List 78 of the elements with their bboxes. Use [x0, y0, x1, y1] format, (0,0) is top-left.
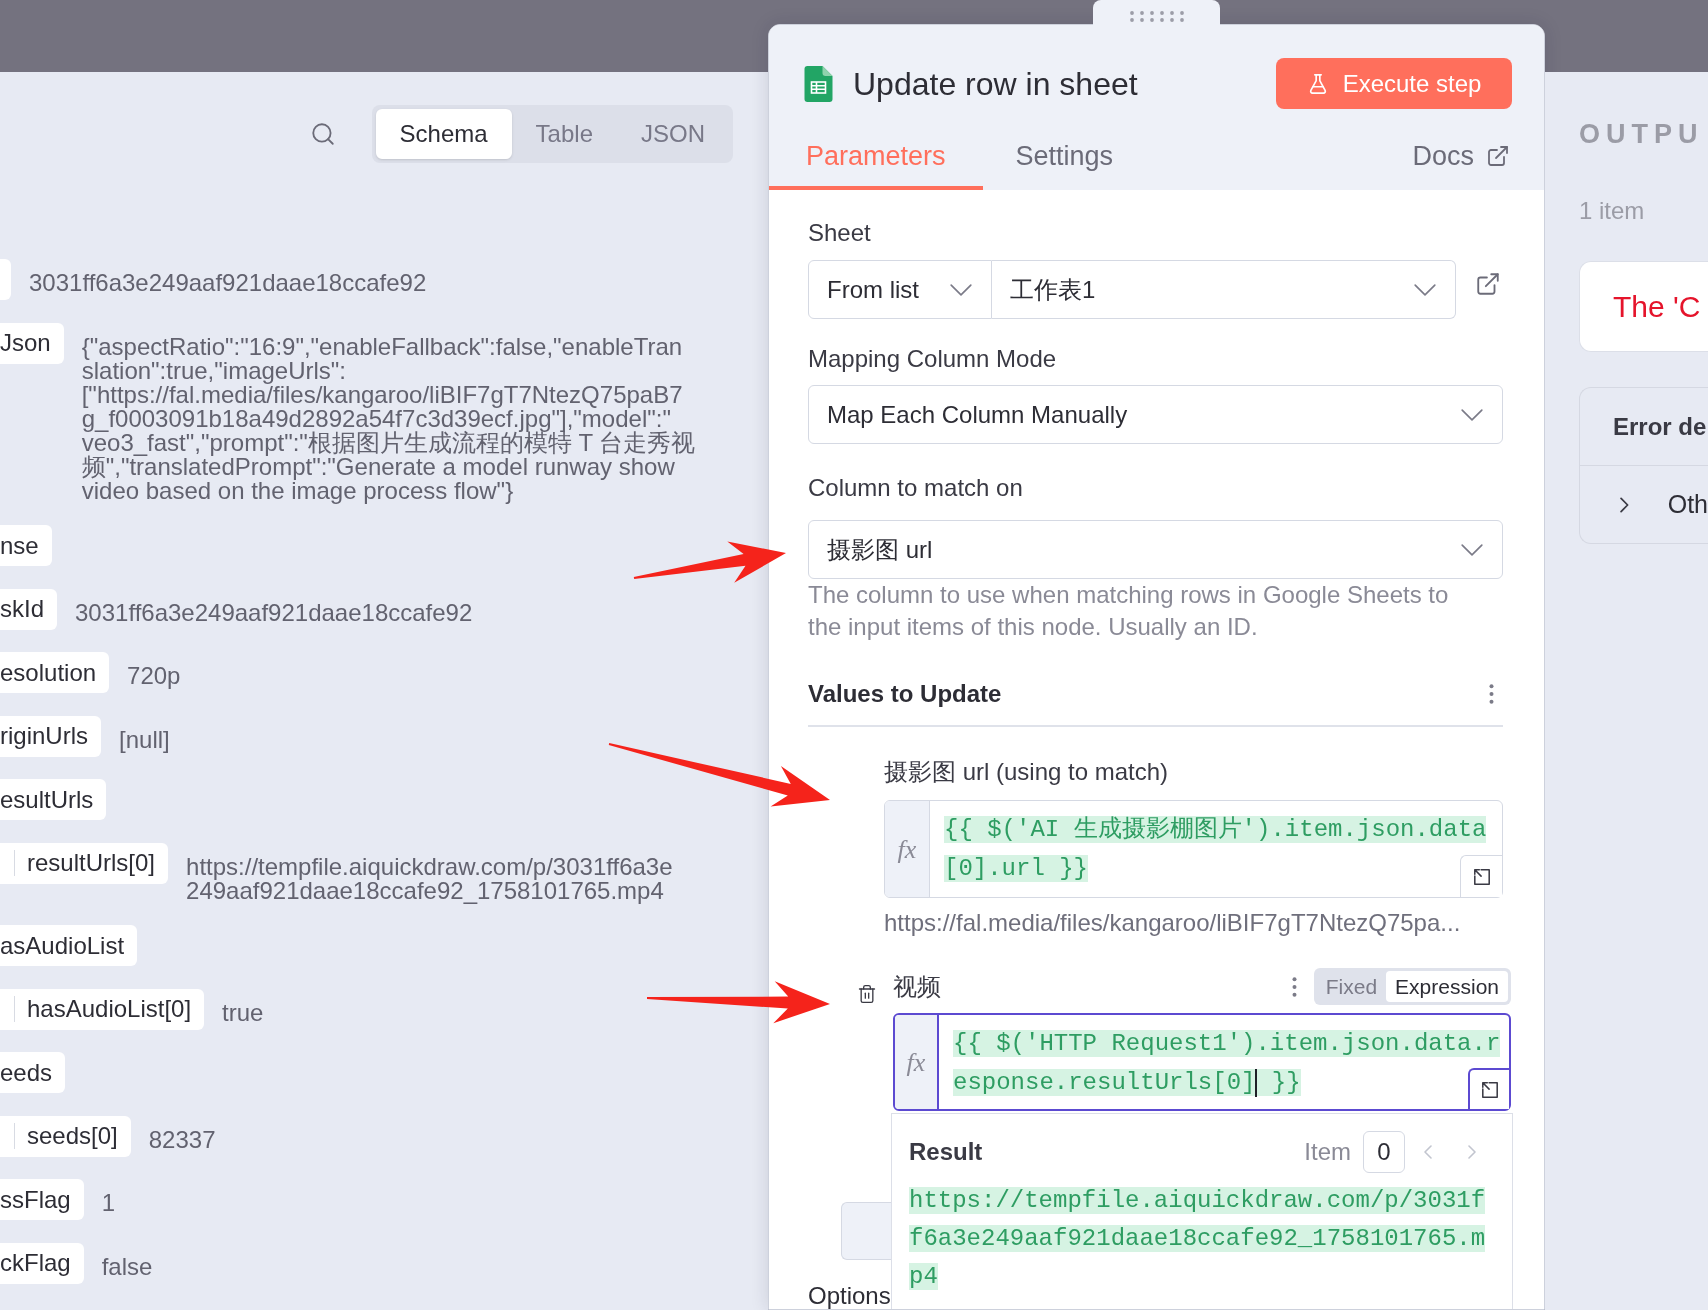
schema-value: 82337: [148, 1124, 216, 1152]
item-index-field[interactable]: 0: [1363, 1131, 1405, 1173]
schema-value: false: [101, 1251, 153, 1279]
external-link-icon: [1486, 144, 1510, 168]
schema-key: [0, 259, 11, 300]
field-label: 摄影图 url (using to match): [884, 758, 1169, 786]
schema-value: [null]: [119, 724, 170, 752]
view-tab[interactable]: Table: [511, 109, 617, 159]
field-label: 视频: [893, 971, 941, 1002]
panel-tab[interactable]: Settings: [982, 109, 1147, 190]
result-value: https://tempfile.aiquickdraw.com/p/3031ff6a3e249aaf921daae18ccafe92_1758101765.mp4: [909, 1186, 1487, 1292]
options-heading: Options: [808, 1283, 891, 1309]
select-field[interactable]: 工作表1: [992, 260, 1456, 319]
expand-editor-button[interactable]: [1468, 1068, 1509, 1109]
select-field[interactable]: Map Each Column Manually: [808, 385, 1503, 444]
schema-value: 720p: [127, 661, 181, 688]
expression-field[interactable]: fx {{ $('HTTP Request1').item.json.data.response.resultUrls[0] }}: [893, 1013, 1511, 1111]
mode-option[interactable]: Expression: [1386, 971, 1508, 1002]
chevron-down-icon: [950, 283, 972, 296]
select-field[interactable]: From list: [808, 260, 992, 319]
field-label: Sheet: [808, 219, 871, 247]
schema-key: riginUrls: [0, 715, 101, 757]
schema-key: asAudioList: [0, 925, 138, 966]
field-label: Mapping Column Mode: [808, 345, 1057, 373]
docs-link[interactable]: Docs: [1412, 140, 1510, 172]
schema-key: esolution: [0, 652, 110, 693]
expression-field[interactable]: fx {{ $('AI 生成摄影棚图片').item.json.data[0].url }}: [884, 800, 1503, 898]
result-title: Result: [909, 1137, 983, 1167]
section-title: Values to Update: [808, 680, 1002, 708]
schema-key: nse: [0, 525, 52, 566]
schema-key: eeds: [0, 1052, 66, 1093]
schema-value: https://tempfile.aiquickdraw.com/p/3031ff6a3e 249aaf921daae18ccafe92_1758101765.mp4: [186, 851, 673, 903]
schema-value: 1: [101, 1188, 116, 1215]
schema-value: true: [222, 997, 264, 1025]
schema-key: Json: [0, 322, 64, 364]
chevron-right-icon[interactable]: [1620, 496, 1629, 513]
drag-handle[interactable]: [1093, 0, 1220, 26]
text-cursor: [1255, 1068, 1258, 1097]
more-options-icon[interactable]: [1489, 684, 1494, 704]
panel-tab[interactable]: Parameters: [769, 109, 983, 190]
chevron-down-icon: [1414, 283, 1436, 296]
view-tab[interactable]: JSON: [617, 109, 729, 159]
schema-key: ckFlag: [0, 1242, 84, 1284]
expand-icon: [1472, 867, 1491, 886]
error-section-label: Oth: [1667, 488, 1708, 520]
chevron-down-icon: [1461, 543, 1483, 556]
drag-grip-icon: [1129, 10, 1184, 22]
schema-key: hasAudioList[0]: [0, 988, 205, 1030]
item-label: Item: [1304, 1137, 1351, 1167]
field-label: Column to match on: [808, 474, 1023, 502]
schema-key: ssFlag: [0, 1179, 84, 1220]
external-link-icon[interactable]: [1475, 271, 1501, 297]
item-count: 1 item: [1579, 197, 1645, 225]
card-title: Error de: [1613, 411, 1707, 442]
panel-heading: OUTPU: [1579, 119, 1704, 149]
view-tab[interactable]: Schema: [375, 109, 512, 159]
schema-value: 3031ff6a3e249aaf921daae18ccafe92: [75, 597, 473, 625]
search-icon[interactable]: [309, 121, 336, 147]
schema-key: seeds[0]: [0, 1115, 131, 1157]
schema-value: {"aspectRatio":"16:9","enableFallback":false,"enableTran slation":true,"imageUrls": ["https://fal.media/files/kangaroo/liBIF7gT7NtezQ75paB7 g_f0003091b18a49d2892a54f7c3d39ecf.jpg"],"model":" veo3_fast","prompt":"根据图片生成流程的模特 T 台走秀视 频","translatedPrompt":"Generate a model runway show video based on the image process flow"}: [81, 331, 696, 503]
schema-key: esultUrls: [0, 779, 107, 820]
fx-label: fx: [895, 1015, 939, 1109]
error-message: The 'C: [1613, 289, 1701, 325]
fx-label: fx: [885, 801, 930, 897]
select-field[interactable]: 摄影图 url: [808, 520, 1503, 579]
preview-text: https://fal.media/files/kangaroo/liBIF7gT7NtezQ75pa...: [884, 909, 1461, 937]
execute-step-button[interactable]: Execute step: [1276, 58, 1512, 109]
mode-option[interactable]: Fixed: [1316, 971, 1387, 1002]
more-options-icon[interactable]: [1291, 976, 1297, 997]
expand-icon: [1480, 1080, 1499, 1099]
schema-key: skId: [0, 588, 57, 630]
delete-icon[interactable]: [857, 982, 877, 1005]
schema-value: 3031ff6a3e249aaf921daae18ccafe92: [29, 268, 427, 295]
chevron-down-icon: [1461, 408, 1483, 421]
help-text: The column to use when matching rows in Google Sheets to the input items of this node. Usually an ID.: [808, 580, 1449, 642]
node-title: Update row in sheet: [853, 64, 1138, 104]
schema-key: resultUrls[0]: [0, 842, 169, 884]
spreadsheet-icon: [804, 65, 833, 102]
